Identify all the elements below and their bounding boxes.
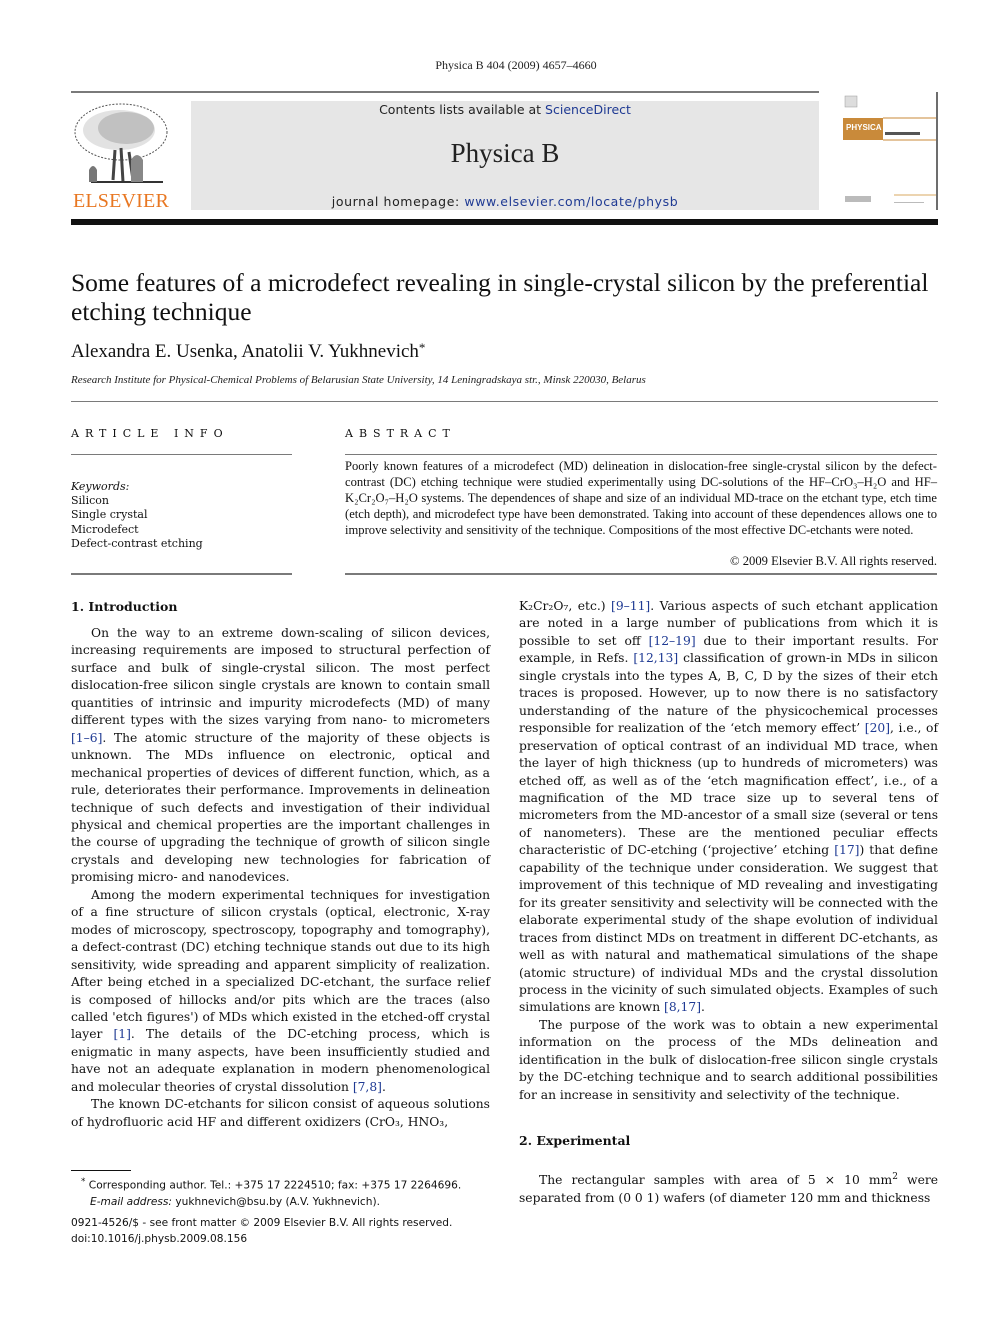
article-info-rule-top [71,454,292,455]
right-column-body: K₂Cr₂O₇, etc.) [9–11]. Various aspects o… [519,598,938,1104]
left-column-body: On the way to an extreme down-scaling of… [71,625,490,1131]
intro-paragraph-4: The purpose of the work was to obtain a … [519,1017,938,1102]
homepage-prefix: journal homepage: [331,194,465,209]
citation-link[interactable]: [7,8] [353,1080,382,1094]
section-heading-introduction: 1. Introduction [71,599,178,614]
issn-block: 0921-4526/$ - see front matter © 2009 El… [71,1216,452,1247]
running-head: Physica B 404 (2009) 4657–4660 [435,58,597,72]
citation-link[interactable]: [20] [865,721,890,735]
experimental-paragraph-1: The rectangular samples with area of 5 ×… [519,1172,938,1205]
email-label: E-mail address: [90,1195,173,1208]
intro-paragraph-3: The known DC-etchants for silicon consis… [71,1097,490,1129]
citation-link[interactable]: [1–6] [71,731,102,745]
article-info-rule-bottom [71,573,292,575]
abstract-text: Poorly known features of a microdefect (… [345,459,937,537]
top-rule [71,91,819,93]
experimental-body: The rectangular samples with area of 5 ×… [519,1169,938,1207]
cover-label: PHYSICA [846,123,882,132]
masthead-thick-rule [71,219,938,225]
keyword-item: Defect-contrast etching [71,536,203,550]
keyword-item: Silicon [71,494,109,508]
intro-paragraph-3-cont: K₂Cr₂O₇, etc.) [9–11]. Various aspects o… [519,599,938,1015]
corresponding-author-contact: Corresponding author. Tel.: +375 17 2224… [88,1179,462,1192]
contents-prefix: Contents lists available at [379,102,546,117]
elsevier-wordmark: ELSEVIER [72,190,170,212]
footnote-rule [71,1170,131,1171]
abstract-rule-bottom [345,573,937,575]
intro-paragraph-1: On the way to an extreme down-scaling of… [71,626,490,885]
doi-link[interactable]: doi:10.1016/j.physb.2009.08.156 [71,1232,452,1248]
journal-cover-thumbnail: PHYSICA [840,92,938,210]
intro-paragraph-2: Among the modern experimental techniques… [71,887,490,1094]
citation-link[interactable]: [17] [834,843,859,857]
keywords-block: Keywords: Silicon Single crystal Microde… [71,480,203,551]
citation-link[interactable]: [9–11] [611,599,650,613]
citation-link[interactable]: [8,17] [664,1000,701,1014]
citation-link[interactable]: [1] [113,1027,130,1041]
corresponding-author-footnote: * Corresponding author. Tel.: +375 17 22… [81,1177,462,1208]
keyword-item: Single crystal [71,508,148,522]
keywords-label: Keywords: [71,480,130,493]
journal-homepage-link[interactable]: www.elsevier.com/locate/physb [464,194,678,209]
tree-icon [74,103,168,183]
section-heading-experimental: 2. Experimental [519,1133,631,1148]
abstract-heading: ABSTRACT [345,427,456,440]
sciencedirect-link[interactable]: ScienceDirect [545,102,631,117]
article-title: Some features of a microdefect revealing… [71,268,929,326]
journal-title: Physica B [450,138,560,168]
abstract-rule-top [345,454,937,455]
author-list: Alexandra E. Usenka, Anatolii V. Yukhnev… [71,340,425,363]
corresponding-author-mark[interactable]: * [419,340,426,355]
affiliation: Research Institute for Physical-Chemical… [71,374,646,386]
email-address[interactable]: yukhnevich@bsu.by (A.V. Yukhnevich). [172,1196,380,1208]
issn-line: 0921-4526/$ - see front matter © 2009 El… [71,1217,453,1229]
citation-link[interactable]: [12–19] [649,634,696,648]
citation-link[interactable]: [12,13] [633,651,678,665]
header-divider [71,401,938,402]
article-info-heading: ARTICLE INFO [71,427,229,440]
abstract-copyright: © 2009 Elsevier B.V. All rights reserved… [730,554,937,568]
authors: Alexandra E. Usenka, Anatolii V. Yukhnev… [71,341,419,362]
homepage-line: journal homepage: www.elsevier.com/locat… [191,194,819,209]
contents-line: Contents lists available at ScienceDirec… [191,102,819,117]
keyword-item: Microdefect [71,522,139,536]
